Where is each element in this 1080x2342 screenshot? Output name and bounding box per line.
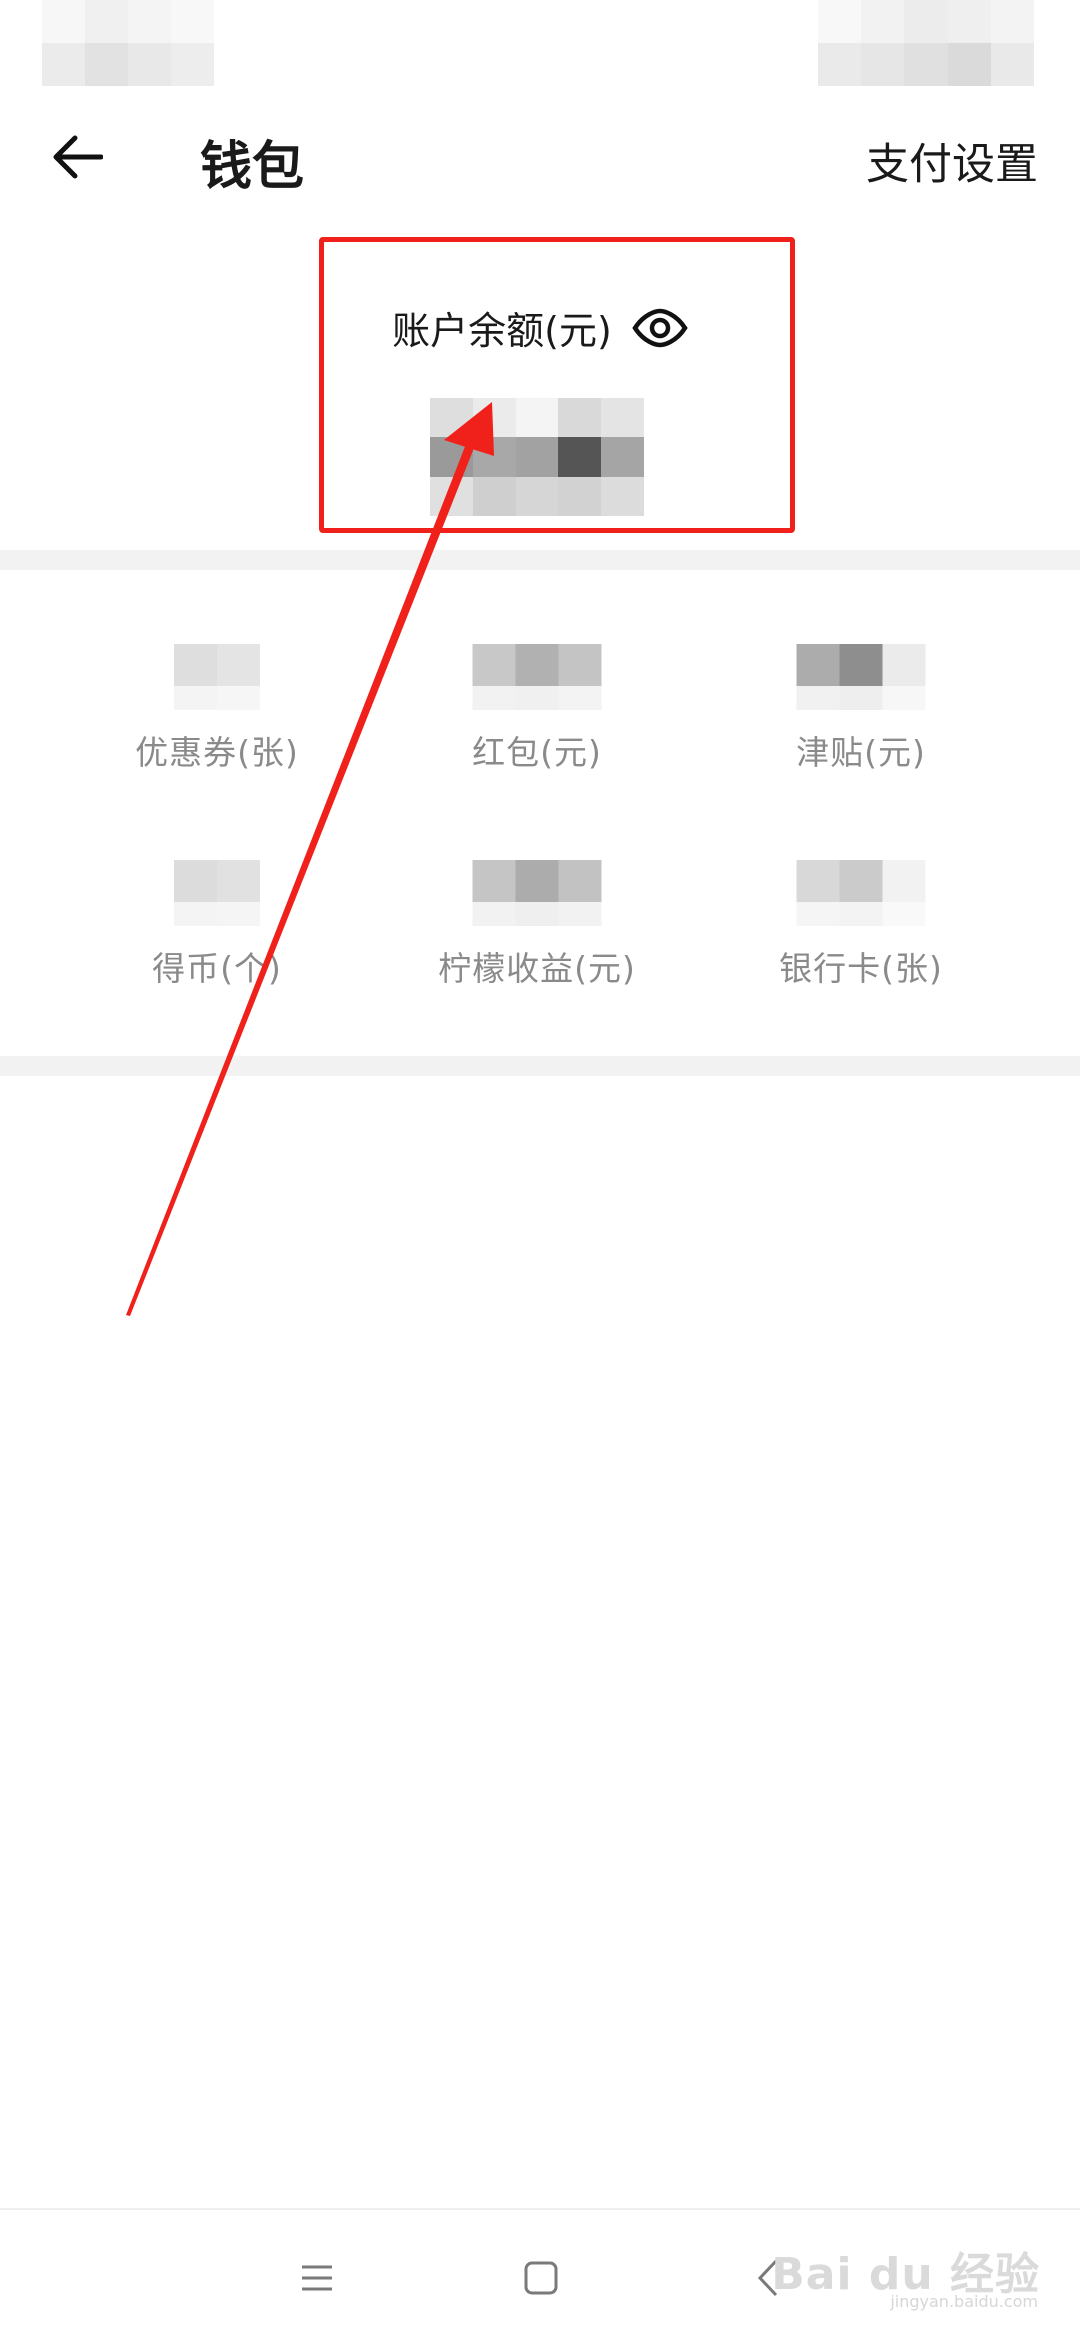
- nav-menu-button[interactable]: [287, 2248, 347, 2308]
- section-divider: [0, 550, 1080, 570]
- watermark-url: jingyan.baidu.com: [890, 2292, 1038, 2311]
- menu-icon: [302, 2265, 332, 2291]
- asset-label: 银行卡(张): [779, 949, 943, 988]
- asset-label: 优惠券(张): [135, 733, 299, 772]
- asset-label: 津贴(元): [796, 733, 926, 772]
- asset-value-blurred: [796, 644, 926, 710]
- asset-value-blurred: [796, 860, 926, 926]
- asset-item-bank-cards[interactable]: 银行卡(张): [711, 860, 1011, 988]
- page-title: 钱包: [200, 137, 305, 197]
- asset-value-blurred: [472, 860, 602, 926]
- asset-value-blurred: [472, 644, 602, 710]
- home-square-icon: [524, 2261, 558, 2295]
- asset-label: 柠檬收益(元): [438, 949, 636, 988]
- asset-item-red-packets[interactable]: 红包(元): [387, 644, 687, 772]
- nav-home-button[interactable]: [511, 2248, 571, 2308]
- asset-item-coupons[interactable]: 优惠券(张): [67, 644, 367, 772]
- status-bar-left-blurred: [42, 0, 214, 86]
- pay-settings-button[interactable]: 支付设置: [866, 130, 1038, 192]
- arrow-left-icon: [53, 135, 103, 179]
- top-app-bar: 钱包 支付设置: [0, 100, 1080, 220]
- asset-item-allowance[interactable]: 津贴(元): [711, 644, 1011, 772]
- asset-label: 红包(元): [472, 733, 602, 772]
- asset-value-blurred: [174, 644, 260, 710]
- asset-item-lemon-earnings[interactable]: 柠檬收益(元): [387, 860, 687, 988]
- asset-item-coins[interactable]: 得币(个): [67, 860, 367, 988]
- asset-value-blurred: [174, 860, 260, 926]
- asset-label: 得币(个): [152, 949, 282, 988]
- status-bar-right-blurred: [818, 0, 1034, 86]
- section-divider: [0, 1056, 1080, 1076]
- annotation-highlight-box: [319, 237, 795, 533]
- back-button[interactable]: [42, 122, 112, 192]
